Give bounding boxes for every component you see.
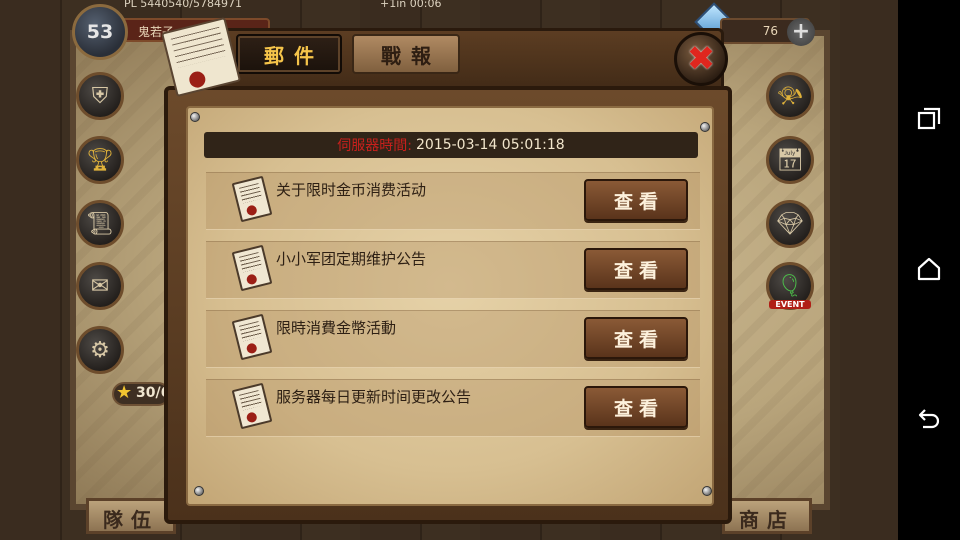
parchment-panel: 伺服器時間: 2015-03-14 05:01:18 关于限时金币消费活动 查看… <box>186 106 714 506</box>
player-level-badge[interactable]: 53 <box>72 4 128 60</box>
back-button[interactable] <box>912 402 946 436</box>
treasure-chest-button[interactable]: 💎︎ <box>766 200 814 248</box>
rivet <box>702 486 712 496</box>
envelope-icon: ✉ <box>90 273 110 299</box>
chest-icon: 💎︎ <box>776 211 804 237</box>
list-item: 限時消費金幣活動 查看 <box>206 310 700 368</box>
android-nav-bar <box>898 0 960 540</box>
trophy-icon: 🏆︎ <box>86 147 114 173</box>
rivet <box>194 486 204 496</box>
mail-title: 小小军团定期维护公告 <box>276 250 427 268</box>
shield-icon: ⛨ <box>91 83 109 109</box>
mail-title: 限時消費金幣活動 <box>276 319 397 337</box>
gear-icon: ⚙ <box>90 337 110 363</box>
server-time-value: 2015-03-14 05:01:18 <box>416 137 565 153</box>
tab-battle-report[interactable]: 戰報 <box>352 34 460 74</box>
mail-title: 关于限时金币消费活动 <box>276 181 427 199</box>
calendar-icon: 📅︎ <box>776 147 804 173</box>
star-counter: 30/6 <box>112 382 170 406</box>
settings-button[interactable]: ⚙ <box>76 326 124 374</box>
view-button[interactable]: 查看 <box>584 248 688 290</box>
envelope-icon <box>231 175 273 223</box>
close-button[interactable]: ✖ <box>674 32 728 86</box>
horn-icon: 📯︎ <box>776 83 804 109</box>
home-icon <box>917 257 941 281</box>
trophy-button[interactable]: 🏆︎ <box>76 136 124 184</box>
list-item: 服务器每日更新时间更改公告 查看 <box>206 379 700 437</box>
mail-dialog: 郵件 戰報 ✖ 伺服器時間: 2015-03-14 05:01:18 关于限时金… <box>160 16 732 524</box>
scroll-button[interactable]: 📜︎ <box>76 200 124 248</box>
dialog-body: 伺服器時間: 2015-03-14 05:01:18 关于限时金币消费活动 查看… <box>164 86 732 524</box>
shop-tab[interactable]: 商店 <box>722 498 812 534</box>
view-button[interactable]: 查看 <box>584 179 688 221</box>
calendar-button[interactable]: 📅︎ <box>766 136 814 184</box>
tab-mail[interactable]: 郵件 <box>236 34 342 74</box>
recents-button[interactable] <box>912 102 946 136</box>
power-level-text: PL 5440540/5784971 <box>124 0 242 10</box>
envelope-icon <box>231 313 273 361</box>
scroll-icon: 📜︎ <box>86 211 114 237</box>
list-item: 小小军团定期维护公告 查看 <box>206 241 700 299</box>
event-button[interactable]: 🎈︎ EVENT <box>766 262 814 310</box>
view-button[interactable]: 查看 <box>584 317 688 359</box>
envelope-icon <box>231 244 273 292</box>
guild-shield-button[interactable]: ⛨ <box>76 72 124 120</box>
envelope-icon <box>231 382 273 430</box>
home-button[interactable] <box>912 252 946 286</box>
mail-title: 服务器每日更新时间更改公告 <box>276 388 472 406</box>
view-button[interactable]: 查看 <box>584 386 688 428</box>
energy-timer: +1in 00:06 <box>380 0 442 10</box>
event-label: EVENT <box>769 300 811 309</box>
add-gems-button[interactable]: + <box>787 18 815 46</box>
mail-list: 关于限时金币消费活动 查看 小小军团定期维护公告 查看 限時消費金幣活動 查看 … <box>206 172 700 448</box>
server-time-label: 伺服器時間: <box>337 138 412 154</box>
server-time-bar: 伺服器時間: 2015-03-14 05:01:18 <box>204 132 698 158</box>
close-icon: ✖ <box>686 39 716 79</box>
back-icon <box>918 409 940 429</box>
rivet <box>700 122 710 132</box>
mail-side-button[interactable]: ✉ <box>76 262 124 310</box>
list-item: 关于限时金币消费活动 查看 <box>206 172 700 230</box>
balloons-icon: 🎈︎ <box>776 273 804 299</box>
recents-icon <box>917 107 941 130</box>
rivet <box>190 112 200 122</box>
horn-button[interactable]: 📯︎ <box>766 72 814 120</box>
team-tab[interactable]: 隊伍 <box>86 498 176 534</box>
